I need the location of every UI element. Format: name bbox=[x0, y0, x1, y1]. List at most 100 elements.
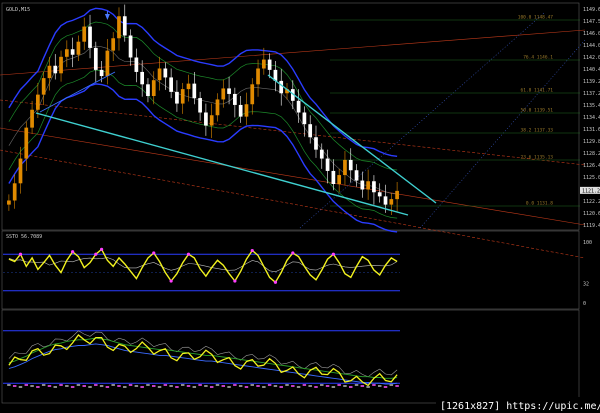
price-axis-tick: 1122.24 bbox=[583, 199, 600, 205]
price-candle bbox=[192, 83, 197, 99]
price-axis-tick: 1137.24 bbox=[583, 91, 600, 97]
price-candle bbox=[175, 91, 179, 104]
price-candle bbox=[389, 199, 394, 205]
price-candle bbox=[372, 181, 376, 193]
main-chart-title: GOLD,M15 bbox=[6, 7, 30, 13]
price-axis-tick: 1139.24 bbox=[583, 79, 600, 85]
histogram-bar bbox=[302, 384, 307, 386]
histogram-bar bbox=[349, 386, 353, 388]
histogram-bar bbox=[354, 384, 359, 386]
histogram-bar bbox=[175, 386, 179, 388]
price-candle bbox=[30, 109, 34, 128]
histogram-bar bbox=[238, 385, 243, 387]
trading-chart: GOLD,M15 SSTO 56.7089 100.0 1148.47 76.4 … bbox=[0, 0, 600, 413]
price-candle bbox=[267, 59, 272, 70]
histogram-bar bbox=[76, 384, 81, 386]
price-candle bbox=[279, 80, 284, 94]
histogram-bar bbox=[198, 384, 202, 386]
histogram-bar bbox=[111, 384, 115, 386]
price-candle bbox=[59, 56, 63, 74]
histogram-bar bbox=[244, 386, 249, 388]
price-axis-tick: 1135.44 bbox=[583, 103, 600, 109]
histogram-bar bbox=[331, 386, 336, 388]
price-candle bbox=[41, 78, 46, 95]
histogram-bar bbox=[250, 384, 254, 386]
histogram-bar bbox=[128, 384, 133, 386]
price-candle bbox=[105, 50, 110, 77]
histogram-bar bbox=[59, 384, 63, 386]
price-candle bbox=[70, 49, 75, 55]
price-candle bbox=[354, 170, 359, 181]
price-candle bbox=[337, 175, 342, 184]
price-axis-tick: 1144.04 bbox=[583, 43, 600, 49]
price-axis-tick: 1125.04 bbox=[583, 175, 600, 181]
fib-label: 76.4 1146.1 bbox=[523, 55, 553, 61]
oscillator-extreme-dot bbox=[152, 251, 156, 255]
histogram-bar bbox=[273, 385, 278, 387]
histogram-bar bbox=[209, 386, 214, 388]
price-candle bbox=[111, 38, 116, 51]
watermark-text: [1261x827] https://upic.me/ bbox=[440, 401, 600, 412]
price-candle bbox=[209, 115, 214, 126]
price-candle bbox=[169, 77, 173, 92]
price-candle bbox=[12, 183, 17, 201]
oscillator-extreme-dot bbox=[18, 252, 23, 256]
oscillator-extreme-dot bbox=[169, 279, 173, 283]
histogram-bar bbox=[291, 385, 295, 387]
price-axis-tick: 1149.64 bbox=[583, 7, 600, 13]
price-candle bbox=[64, 49, 69, 57]
histogram-bar bbox=[134, 385, 139, 387]
histogram-bar bbox=[267, 384, 272, 386]
price-candle bbox=[47, 65, 52, 79]
histogram-bar bbox=[337, 384, 341, 386]
histogram-bar bbox=[53, 386, 57, 388]
price-candle bbox=[122, 16, 127, 36]
histogram-bar bbox=[41, 384, 46, 386]
price-candle bbox=[261, 59, 266, 69]
price-candle bbox=[221, 88, 226, 100]
price-candle bbox=[325, 158, 330, 171]
price-candle bbox=[238, 104, 243, 117]
fib-label: 61.8 1141.71 bbox=[520, 88, 553, 94]
fib-label: 23.6 1135.13 bbox=[520, 155, 553, 161]
oscillator-title: SSTO 56.7089 bbox=[6, 234, 42, 240]
histogram-bar bbox=[169, 385, 173, 387]
histogram-bar bbox=[296, 386, 301, 388]
price-candle bbox=[244, 104, 249, 117]
histogram-bar bbox=[395, 385, 399, 387]
price-candle bbox=[180, 89, 185, 104]
price-candle bbox=[343, 159, 347, 176]
oscillator-extreme-dot bbox=[331, 252, 335, 256]
price-candle bbox=[383, 196, 388, 205]
histogram-bar bbox=[94, 384, 98, 386]
histogram-bar bbox=[186, 385, 191, 387]
histogram-bar bbox=[180, 384, 185, 386]
histogram-bar bbox=[30, 385, 34, 387]
chart-background bbox=[0, 0, 600, 413]
histogram-bar bbox=[308, 385, 312, 387]
histogram-bar bbox=[163, 384, 168, 386]
oscillator-extreme-dot bbox=[250, 248, 254, 253]
price-candle bbox=[117, 16, 121, 39]
price-candle bbox=[296, 100, 301, 113]
histogram-bar bbox=[377, 385, 382, 387]
price-candle bbox=[134, 57, 139, 72]
price-candle bbox=[198, 98, 202, 113]
histogram-bar bbox=[343, 385, 347, 387]
histogram-bar bbox=[215, 384, 220, 386]
price-candle bbox=[215, 99, 220, 116]
oscillator-extreme-dot bbox=[291, 251, 295, 255]
oscillator-extreme-dot bbox=[233, 279, 237, 283]
oscillator-extreme-dot bbox=[94, 252, 98, 256]
price-candle bbox=[18, 158, 23, 184]
price-candle bbox=[227, 88, 231, 94]
price-axis-tick: 1128.24 bbox=[583, 151, 600, 157]
histogram-bar bbox=[12, 385, 17, 387]
histogram-bar bbox=[320, 384, 324, 386]
price-candle bbox=[24, 127, 29, 159]
histogram-bar bbox=[99, 385, 104, 387]
price-candle bbox=[76, 41, 81, 55]
price-candle bbox=[302, 112, 307, 125]
price-candle bbox=[308, 124, 313, 138]
price-axis-tick: 1119.44 bbox=[583, 223, 600, 229]
